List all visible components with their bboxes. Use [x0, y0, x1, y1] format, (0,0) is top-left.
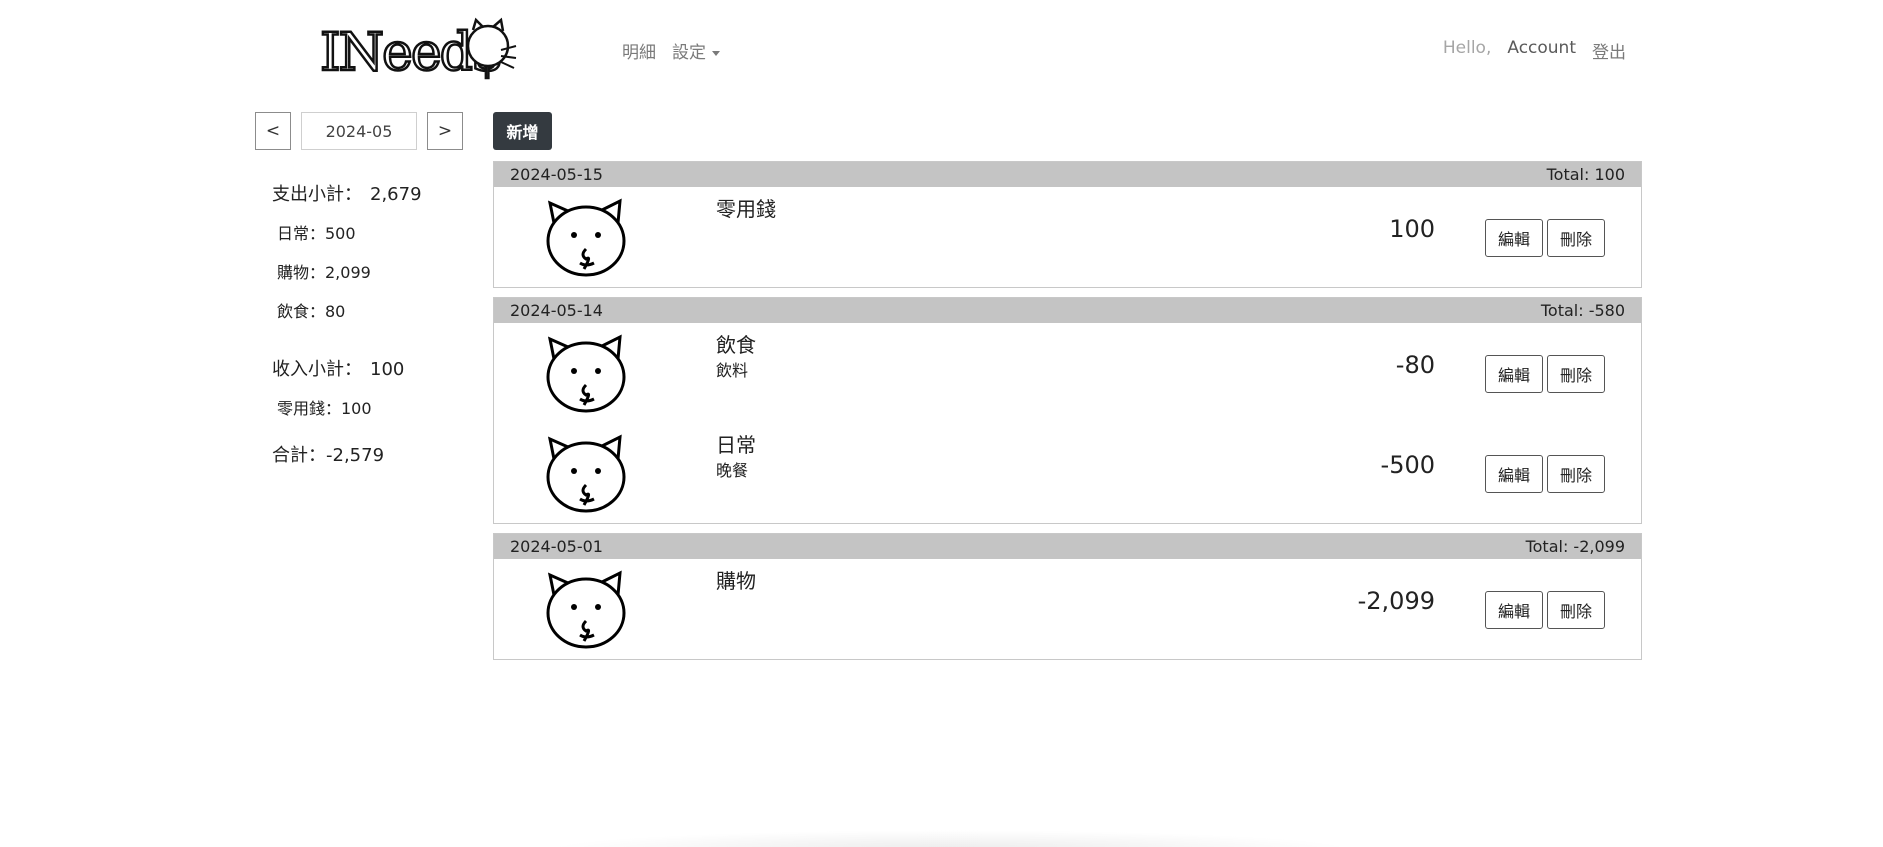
day-date: 2024-05-15	[510, 165, 603, 184]
income-total: 100	[370, 359, 405, 380]
day-group: 2024-05-15 Total: 100 零用錢 100 編輯 刪除	[493, 161, 1642, 288]
day-date: 2024-05-01	[510, 537, 603, 556]
delete-button[interactable]: 刪除	[1547, 355, 1605, 393]
entry-note: 飲料	[716, 361, 749, 380]
caret-down-icon	[712, 50, 720, 56]
prev-month-button[interactable]: <	[255, 112, 291, 150]
day-group: 2024-05-14 Total: -580 飲食 飲料 -80 編輯 刪除 日…	[493, 297, 1642, 524]
hello-text: Hello,	[1442, 38, 1492, 58]
day-date: 2024-05-14	[510, 301, 603, 320]
navbar: INeed$ 明細 設定 Hello, Account 登出	[0, 0, 1883, 100]
entry-row: 飲食 飲料 -80 編輯 刪除	[494, 323, 1641, 423]
entry-category: 購物	[716, 569, 756, 593]
edit-button[interactable]: 編輯	[1485, 219, 1543, 257]
entry-category: 日常	[716, 433, 756, 457]
expense-label: 支出小計：	[272, 184, 362, 205]
day-header: 2024-05-15 Total: 100	[494, 162, 1641, 187]
cat-face-icon	[546, 334, 626, 413]
next-month-button[interactable]: >	[427, 112, 463, 150]
expense-item-food: 飲食：80	[277, 302, 346, 321]
month-navigator: < >	[255, 112, 475, 150]
entry-amount: -2,099	[1357, 587, 1435, 615]
income-label: 收入小計：	[272, 359, 362, 380]
entry-amount: 100	[1389, 215, 1435, 243]
delete-button[interactable]: 刪除	[1547, 219, 1605, 257]
cat-face-icon	[546, 570, 626, 649]
month-input[interactable]	[301, 112, 417, 150]
entry-note: 晚餐	[716, 461, 749, 480]
nav-link-details[interactable]: 明細	[622, 38, 656, 63]
entry-row: 購物 -2,099 編輯 刪除	[494, 559, 1641, 659]
edit-button[interactable]: 編輯	[1485, 355, 1543, 393]
add-entry-button[interactable]: 新增	[493, 112, 552, 150]
day-group: 2024-05-01 Total: -2,099 購物 -2,099 編輯 刪除	[493, 533, 1642, 660]
logout-link[interactable]: 登出	[1592, 38, 1626, 63]
expense-item-daily: 日常：500	[277, 224, 356, 243]
account-link[interactable]: Account	[1507, 38, 1576, 63]
edit-button[interactable]: 編輯	[1485, 455, 1543, 493]
expense-item-shopping: 購物：2,099	[277, 263, 371, 282]
day-total: Total: 100	[1546, 165, 1625, 184]
day-total: Total: -2,099	[1525, 537, 1625, 556]
settings-label: 設定	[672, 43, 706, 63]
cat-face-icon	[546, 434, 626, 513]
grand-total: 合計：-2,579	[272, 445, 385, 466]
delete-button[interactable]: 刪除	[1547, 591, 1605, 629]
entry-row: 日常 晚餐 -500 編輯 刪除	[494, 423, 1641, 523]
day-total: Total: -580	[1540, 301, 1625, 320]
edit-button[interactable]: 編輯	[1485, 591, 1543, 629]
day-header: 2024-05-14 Total: -580	[494, 298, 1641, 323]
entry-amount: -80	[1395, 351, 1435, 379]
summary-block: 支出小計： 2,679 日常：500 購物：2,099 飲食：80 收入小計： 10…	[272, 180, 475, 467]
nav-link-settings-dropdown[interactable]: 設定	[672, 38, 720, 63]
sidebar-summary: < > 支出小計： 2,679 日常：500 購物：2,099 飲食：80 收入小…	[255, 112, 475, 467]
entry-category: 飲食	[716, 333, 756, 357]
income-item-allowance: 零用錢：100	[277, 399, 372, 418]
entry-row: 零用錢 100 編輯 刪除	[494, 187, 1641, 287]
bottom-shadow	[540, 830, 1360, 847]
day-header: 2024-05-01 Total: -2,099	[494, 534, 1641, 559]
ineed-logo[interactable]: INeed$	[318, 16, 518, 80]
cat-face-icon	[546, 198, 626, 277]
expense-subtotal: 支出小計： 2,679	[272, 180, 475, 206]
entry-amount: -500	[1380, 451, 1435, 479]
entry-category: 零用錢	[716, 197, 776, 221]
delete-button[interactable]: 刪除	[1547, 455, 1605, 493]
income-subtotal: 收入小計： 100	[272, 355, 475, 381]
expense-total: 2,679	[370, 184, 422, 205]
